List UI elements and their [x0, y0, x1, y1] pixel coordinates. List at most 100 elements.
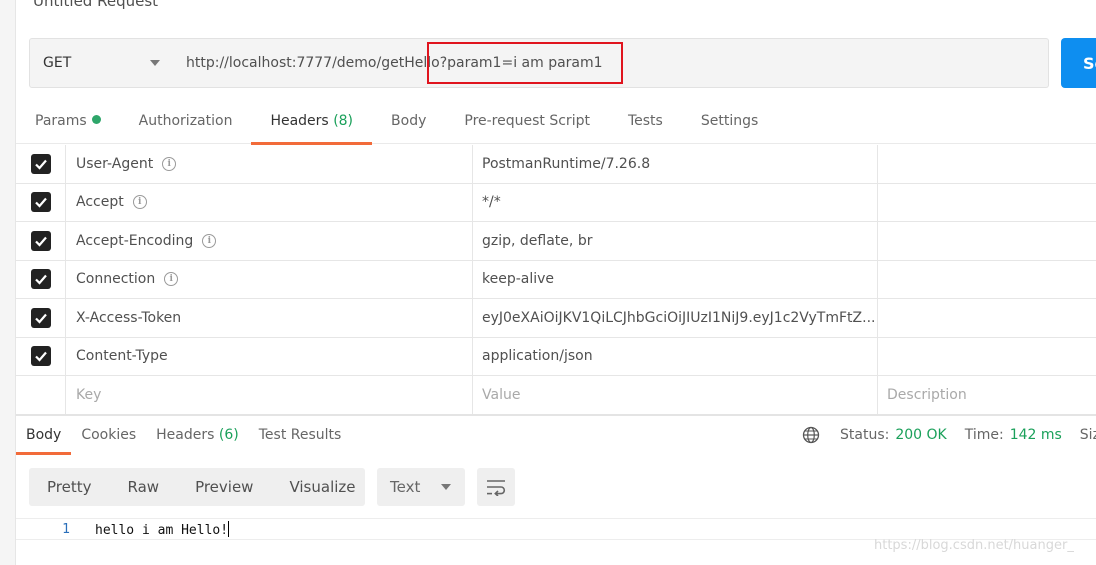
header-key-cell[interactable]: Connection i: [66, 260, 473, 298]
header-value: gzip, deflate, br: [482, 232, 593, 249]
response-tab-cookies[interactable]: Cookies: [71, 418, 146, 454]
new-key-input[interactable]: Key: [66, 376, 473, 415]
watermark: https://blog.csdn.net/huanger_: [874, 538, 1074, 553]
header-enabled-checkbox[interactable]: [30, 346, 51, 367]
wrap-lines-button[interactable]: [477, 468, 515, 506]
format-raw-button[interactable]: Raw: [110, 478, 178, 496]
response-tab-body[interactable]: Body: [16, 418, 72, 455]
header-description-cell[interactable]: [878, 261, 1096, 299]
wrap-lines-icon: [487, 480, 506, 496]
header-key: Connection: [76, 271, 156, 288]
key-placeholder: Key: [76, 387, 102, 404]
chevron-down-icon: [441, 484, 451, 490]
header-value-cell[interactable]: eyJ0eXAiOiJKV1QiLCJhbGciOiJIUzI1NiJ9.eyJ…: [473, 299, 878, 337]
new-description-input[interactable]: Description: [878, 376, 1096, 415]
header-key: Content-Type: [76, 348, 168, 365]
tab-label: Headers: [270, 113, 329, 129]
header-key: Accept-Encoding: [76, 232, 194, 249]
header-enabled-checkbox[interactable]: [30, 230, 51, 251]
tab-label: Body: [26, 427, 62, 443]
header-description-cell[interactable]: [878, 222, 1096, 260]
chevron-down-icon: [150, 60, 160, 66]
header-description-cell[interactable]: [878, 184, 1096, 222]
time-value[interactable]: 142 ms: [1010, 427, 1062, 443]
tab-label: Headers: [156, 427, 215, 443]
response-tab-test-results[interactable]: Test Results: [249, 418, 352, 454]
globe-icon[interactable]: [802, 426, 820, 444]
tab-authorization[interactable]: Authorization: [120, 100, 252, 144]
header-key: X-Access-Token: [76, 309, 182, 326]
header-description-cell[interactable]: [878, 299, 1096, 337]
status-value[interactable]: 200 OK: [895, 427, 946, 443]
request-tabs: Params Authorization Headers (8) Body Pr…: [16, 100, 1096, 145]
format-visualize-button[interactable]: Visualize: [271, 478, 373, 496]
language-select[interactable]: Text: [377, 468, 465, 506]
info-icon[interactable]: i: [202, 233, 217, 248]
header-value: application/json: [482, 348, 593, 365]
url-param-highlight-box: [427, 42, 623, 84]
info-icon[interactable]: i: [132, 195, 147, 210]
request-title: Untitled Request: [33, 0, 159, 10]
table-row: User-Agent i PostmanRuntime/7.26.8: [16, 145, 1096, 184]
header-key-cell[interactable]: Accept i: [66, 183, 473, 221]
response-tabs: Body Cookies Headers (6) Test Results: [16, 418, 352, 455]
header-enabled-checkbox[interactable]: [30, 307, 51, 328]
table-row: Connection i keep-alive: [16, 260, 1096, 299]
header-key: Accept: [76, 194, 124, 211]
header-value-cell[interactable]: gzip, deflate, br: [473, 222, 878, 260]
header-key-cell[interactable]: User-Agent i: [66, 145, 473, 183]
header-key-cell[interactable]: Accept-Encoding i: [66, 222, 473, 260]
tab-body[interactable]: Body: [372, 100, 445, 144]
header-key-cell[interactable]: Content-Type: [66, 337, 473, 375]
format-pretty-button[interactable]: Pretty: [29, 478, 110, 496]
header-enabled-checkbox[interactable]: [30, 192, 51, 213]
tab-headers[interactable]: Headers (8): [251, 100, 372, 145]
tab-label: Tests: [627, 113, 663, 129]
info-icon[interactable]: i: [164, 272, 179, 287]
status-label: Status:: [840, 427, 890, 443]
response-pane-divider[interactable]: [16, 414, 1096, 416]
response-tab-headers[interactable]: Headers (6): [146, 418, 249, 454]
header-key-cell[interactable]: X-Access-Token: [66, 299, 473, 337]
method-label: GET: [43, 55, 72, 71]
tab-pre-request-script[interactable]: Pre-request Script: [445, 100, 609, 144]
table-row: Accept i */*: [16, 183, 1096, 222]
time-label: Time:: [964, 427, 1004, 443]
tab-label: Settings: [700, 113, 759, 129]
response-body-text: hello i am Hello!: [80, 520, 230, 538]
tab-label: Params: [35, 113, 87, 129]
tab-settings[interactable]: Settings: [682, 100, 777, 144]
response-body-editor[interactable]: 1 hello i am Hello!: [16, 518, 1096, 540]
size-label: Size:: [1079, 427, 1096, 443]
left-sidebar-edge: [0, 0, 16, 565]
tab-params[interactable]: Params: [16, 100, 120, 144]
header-value-cell[interactable]: application/json: [473, 337, 878, 375]
format-preview-button[interactable]: Preview: [177, 478, 271, 496]
tab-label: Cookies: [81, 427, 137, 443]
new-value-input[interactable]: Value: [473, 376, 878, 415]
header-value-cell[interactable]: PostmanRuntime/7.26.8: [473, 145, 878, 183]
value-placeholder: Value: [482, 387, 521, 404]
header-value-cell[interactable]: keep-alive: [473, 260, 878, 298]
header-enabled-checkbox[interactable]: [30, 269, 51, 290]
method-select[interactable]: GET: [29, 38, 173, 88]
tab-tests[interactable]: Tests: [609, 100, 682, 144]
header-value: */*: [482, 194, 501, 211]
header-description-cell[interactable]: [878, 145, 1096, 183]
header-description-cell[interactable]: [878, 338, 1096, 376]
info-icon[interactable]: i: [162, 156, 177, 171]
language-label: Text: [390, 478, 421, 496]
header-enabled-checkbox[interactable]: [30, 153, 51, 174]
tab-label: Test Results: [258, 427, 342, 443]
table-row: X-Access-Token eyJ0eXAiOiJKV1QiLCJhbGciO…: [16, 299, 1096, 338]
tab-label: Body: [391, 113, 427, 129]
header-key: User-Agent: [76, 155, 154, 172]
header-value: eyJ0eXAiOiJKV1QiLCJhbGciOiJIUzI1NiJ9.eyJ…: [482, 309, 876, 326]
header-value-cell[interactable]: */*: [473, 183, 878, 221]
description-placeholder: Description: [887, 387, 967, 404]
tab-label: Authorization: [138, 113, 233, 129]
tab-count: (6): [218, 427, 239, 443]
tab-label: Pre-request Script: [464, 113, 590, 129]
text-cursor: [228, 520, 230, 537]
send-button[interactable]: Se: [1061, 38, 1096, 88]
